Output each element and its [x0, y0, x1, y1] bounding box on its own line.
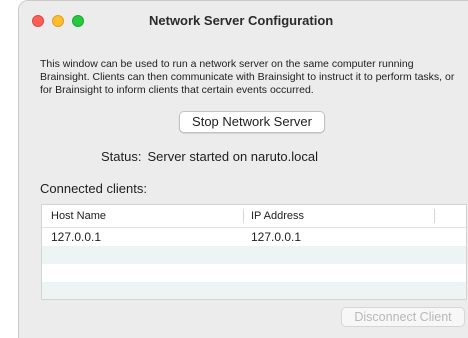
server-status: Status: Server started on naruto.local [101, 149, 318, 164]
connected-clients-label: Connected clients: [40, 181, 147, 196]
connected-clients-table[interactable]: Host Name IP Address 127.0.0.1 127.0.0.1 [41, 204, 467, 300]
column-divider[interactable] [243, 209, 244, 223]
column-divider[interactable] [434, 209, 435, 223]
table-row[interactable]: 127.0.0.1 127.0.0.1 [42, 228, 466, 246]
table-header: Host Name IP Address [42, 205, 466, 228]
zoom-window-button[interactable] [72, 15, 84, 27]
column-header-ip-address[interactable]: IP Address [251, 210, 304, 222]
stop-network-server-button[interactable]: Stop Network Server [179, 111, 325, 133]
network-server-config-window: Network Server Configuration This window… [18, 0, 468, 338]
column-header-host-name[interactable]: Host Name [51, 210, 106, 222]
host-name-cell: 127.0.0.1 [51, 230, 102, 244]
description-text: This window can be used to run a network… [40, 58, 455, 96]
disconnect-client-button[interactable]: Disconnect Client [341, 307, 465, 327]
title-bar: Network Server Configuration [19, 1, 468, 41]
window-title: Network Server Configuration [149, 13, 334, 28]
status-label: Status: [101, 149, 142, 164]
minimize-window-button[interactable] [52, 15, 64, 27]
table-row[interactable] [42, 264, 466, 282]
table-row[interactable] [42, 246, 466, 264]
close-window-button[interactable] [32, 15, 44, 27]
table-row[interactable] [42, 282, 466, 299]
ip-address-cell: 127.0.0.1 [251, 230, 302, 244]
status-value: Server started on naruto.local [147, 149, 319, 164]
